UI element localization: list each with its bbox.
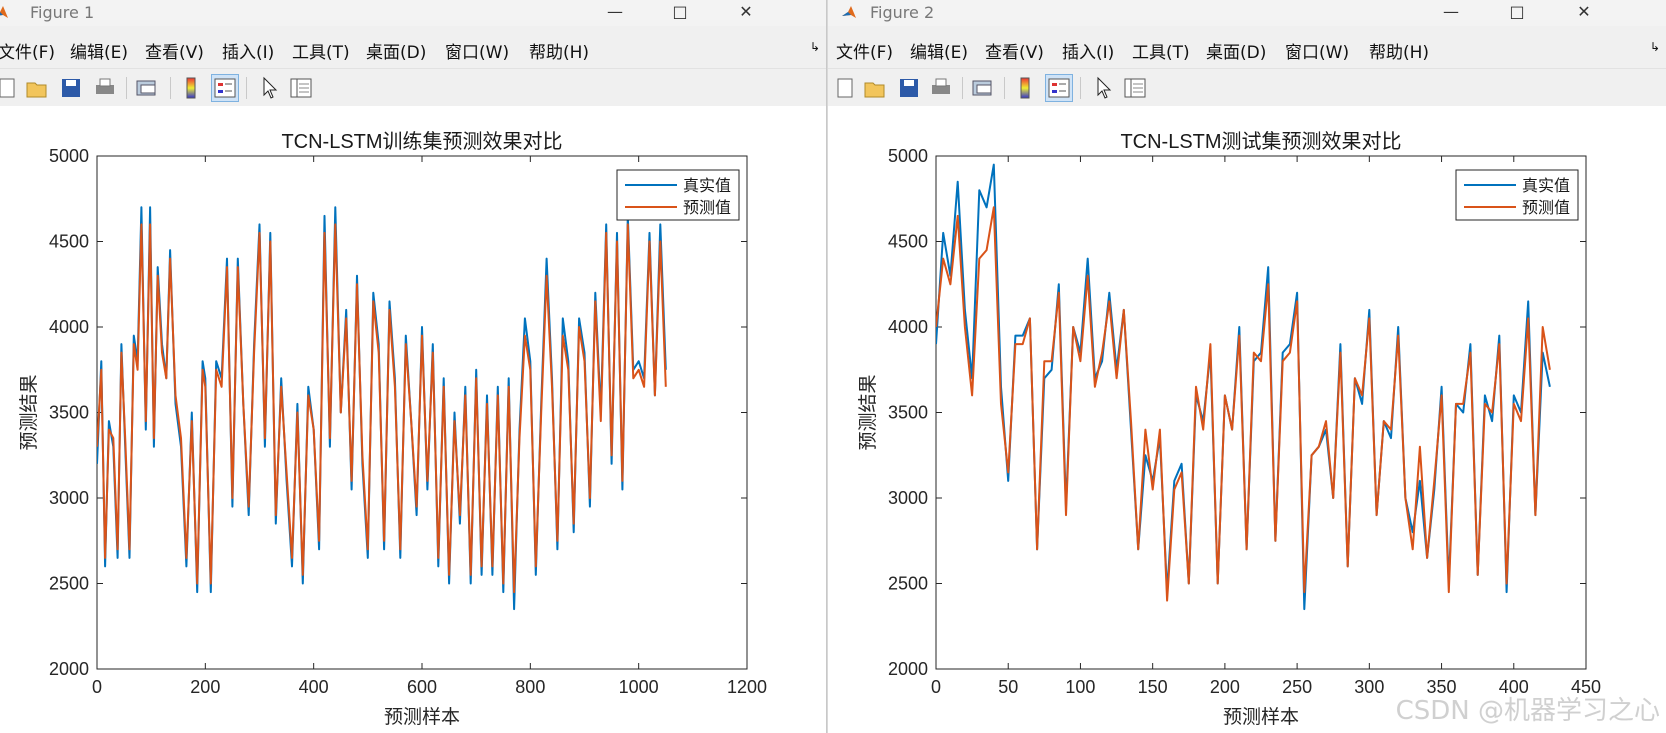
menu-edit[interactable]: 编辑(E) bbox=[70, 38, 128, 63]
close-button[interactable]: ✕ bbox=[723, 0, 769, 26]
y-tick-label: 2000 bbox=[888, 659, 928, 679]
link-plot-icon[interactable] bbox=[134, 75, 160, 101]
menu-desktop[interactable]: 桌面(D) bbox=[1206, 38, 1266, 63]
open-file-icon[interactable] bbox=[24, 75, 50, 101]
y-tick-label: 3000 bbox=[49, 488, 89, 508]
legend-label: 预测值 bbox=[683, 198, 731, 217]
matlab-logo-icon bbox=[842, 6, 856, 18]
minimize-button[interactable]: — bbox=[1428, 0, 1474, 26]
y-tick-label: 5000 bbox=[888, 146, 928, 166]
menu-file[interactable]: 文件(F) bbox=[0, 38, 55, 63]
y-tick-label: 4000 bbox=[49, 317, 89, 337]
close-button[interactable]: ✕ bbox=[1561, 0, 1607, 26]
title-bar: Figure 2 — □ ✕ bbox=[828, 0, 1666, 26]
x-axis-label: 预测样本 bbox=[1223, 706, 1299, 728]
legend-label: 真实值 bbox=[683, 176, 731, 195]
new-figure-icon[interactable] bbox=[832, 75, 858, 101]
menu-view[interactable]: 查看(V) bbox=[145, 38, 204, 63]
pointer-icon[interactable] bbox=[1090, 75, 1116, 101]
y-tick-label: 5000 bbox=[49, 146, 89, 166]
x-tick-label: 600 bbox=[407, 677, 437, 697]
x-tick-label: 0 bbox=[92, 677, 102, 697]
save-icon[interactable] bbox=[896, 75, 922, 101]
link-plot-icon[interactable] bbox=[970, 75, 996, 101]
menu-desktop[interactable]: 桌面(D) bbox=[366, 38, 426, 63]
x-tick-label: 150 bbox=[1138, 677, 1168, 697]
window-title: Figure 1 bbox=[30, 3, 95, 22]
menu-view[interactable]: 查看(V) bbox=[985, 38, 1044, 63]
menu-help[interactable]: 帮助(H) bbox=[1369, 38, 1429, 63]
x-tick-label: 50 bbox=[998, 677, 1018, 697]
colorbar-icon[interactable] bbox=[178, 75, 204, 101]
menu-tools[interactable]: 工具(T) bbox=[292, 38, 350, 63]
y-tick-label: 2500 bbox=[49, 574, 89, 594]
dock-arrow-icon[interactable]: ↳ bbox=[810, 40, 820, 54]
property-editor-icon[interactable] bbox=[1122, 75, 1148, 101]
title-bar: Figure 1 — □ ✕ bbox=[0, 0, 826, 26]
save-icon[interactable] bbox=[58, 75, 84, 101]
y-tick-label: 4000 bbox=[888, 317, 928, 337]
line-chart-test: TCN-LSTM测试集预测效果对比0 50 100 150 200 250 300 350 40… bbox=[857, 130, 1601, 728]
y-tick-label: 4500 bbox=[49, 232, 89, 252]
figure-window-2: Figure 2 — □ ✕ 文件(F) 编辑(E) 查看(V) 插入(I) 工… bbox=[828, 0, 1666, 733]
menu-insert[interactable]: 插入(I) bbox=[1062, 38, 1114, 63]
menu-edit[interactable]: 编辑(E) bbox=[910, 38, 968, 63]
figure-canvas: TCN-LSTM测试集预测效果对比 0 50 100 150 200 250 300 350 40… bbox=[828, 106, 1666, 733]
x-tick-label: 300 bbox=[1354, 677, 1384, 697]
minimize-button[interactable]: — bbox=[592, 0, 638, 26]
x-tick-label: 1000 bbox=[619, 677, 659, 697]
y-tick-label: 2500 bbox=[888, 574, 928, 594]
legend-icon[interactable] bbox=[211, 74, 239, 102]
dock-arrow-icon[interactable]: ↳ bbox=[1650, 40, 1660, 54]
open-file-icon[interactable] bbox=[862, 75, 888, 101]
pointer-icon[interactable] bbox=[256, 75, 282, 101]
property-editor-icon[interactable] bbox=[288, 75, 314, 101]
maximize-button[interactable]: □ bbox=[1494, 0, 1540, 26]
menu-window[interactable]: 窗口(W) bbox=[445, 38, 509, 63]
menu-insert[interactable]: 插入(I) bbox=[222, 38, 274, 63]
legend-label: 预测值 bbox=[1522, 198, 1570, 217]
toolbar bbox=[828, 68, 1666, 105]
y-tick-label: 3000 bbox=[888, 488, 928, 508]
menu-file[interactable]: 文件(F) bbox=[836, 38, 893, 63]
y-tick-label: 3500 bbox=[888, 403, 928, 423]
x-tick-label: 400 bbox=[299, 677, 329, 697]
y-tick-label: 2000 bbox=[49, 659, 89, 679]
menu-help[interactable]: 帮助(H) bbox=[529, 38, 589, 63]
x-tick-label: 800 bbox=[515, 677, 545, 697]
maximize-button[interactable]: □ bbox=[657, 0, 703, 26]
legend-label: 真实值 bbox=[1522, 176, 1570, 195]
print-icon[interactable] bbox=[92, 75, 118, 101]
y-tick-label: 3500 bbox=[49, 403, 89, 423]
x-axis-label: 预测样本 bbox=[384, 706, 460, 728]
legend-icon[interactable] bbox=[1045, 74, 1073, 102]
line-chart-train: TCN-LSTM训练集预测效果对比 0 200 400 600 800 1000 1200 20… bbox=[18, 130, 767, 728]
figure-window-1: Figure 1 — □ ✕ 文件(F) 编辑(E) 查看(V) 插入(I) 工… bbox=[0, 0, 827, 733]
print-icon[interactable] bbox=[928, 75, 954, 101]
x-tick-label: 200 bbox=[190, 677, 220, 697]
figure-canvas: TCN-LSTM训练集预测效果对比 0 200 400 600 800 1000 1200 20… bbox=[0, 106, 826, 733]
chart-title: TCN-LSTM测试集预测效果对比 bbox=[1120, 130, 1401, 153]
window-title: Figure 2 bbox=[870, 3, 935, 22]
x-tick-label: 200 bbox=[1210, 677, 1240, 697]
y-tick-label: 4500 bbox=[888, 232, 928, 252]
y-axis-label: 预测结果 bbox=[857, 374, 879, 450]
menu-tools[interactable]: 工具(T) bbox=[1132, 38, 1190, 63]
x-tick-label: 0 bbox=[931, 677, 941, 697]
watermark: CSDN @机器学习之心 bbox=[1395, 696, 1660, 726]
menu-window[interactable]: 窗口(W) bbox=[1285, 38, 1349, 63]
x-tick-label: 1200 bbox=[727, 677, 767, 697]
matlab-logo-icon bbox=[0, 6, 8, 18]
new-figure-icon[interactable] bbox=[0, 75, 20, 101]
toolbar bbox=[0, 68, 826, 105]
x-tick-label: 100 bbox=[1065, 677, 1095, 697]
chart-title: TCN-LSTM训练集预测效果对比 bbox=[281, 130, 562, 153]
y-axis-label: 预测结果 bbox=[18, 374, 40, 450]
colorbar-icon[interactable] bbox=[1012, 75, 1038, 101]
x-tick-label: 250 bbox=[1282, 677, 1312, 697]
